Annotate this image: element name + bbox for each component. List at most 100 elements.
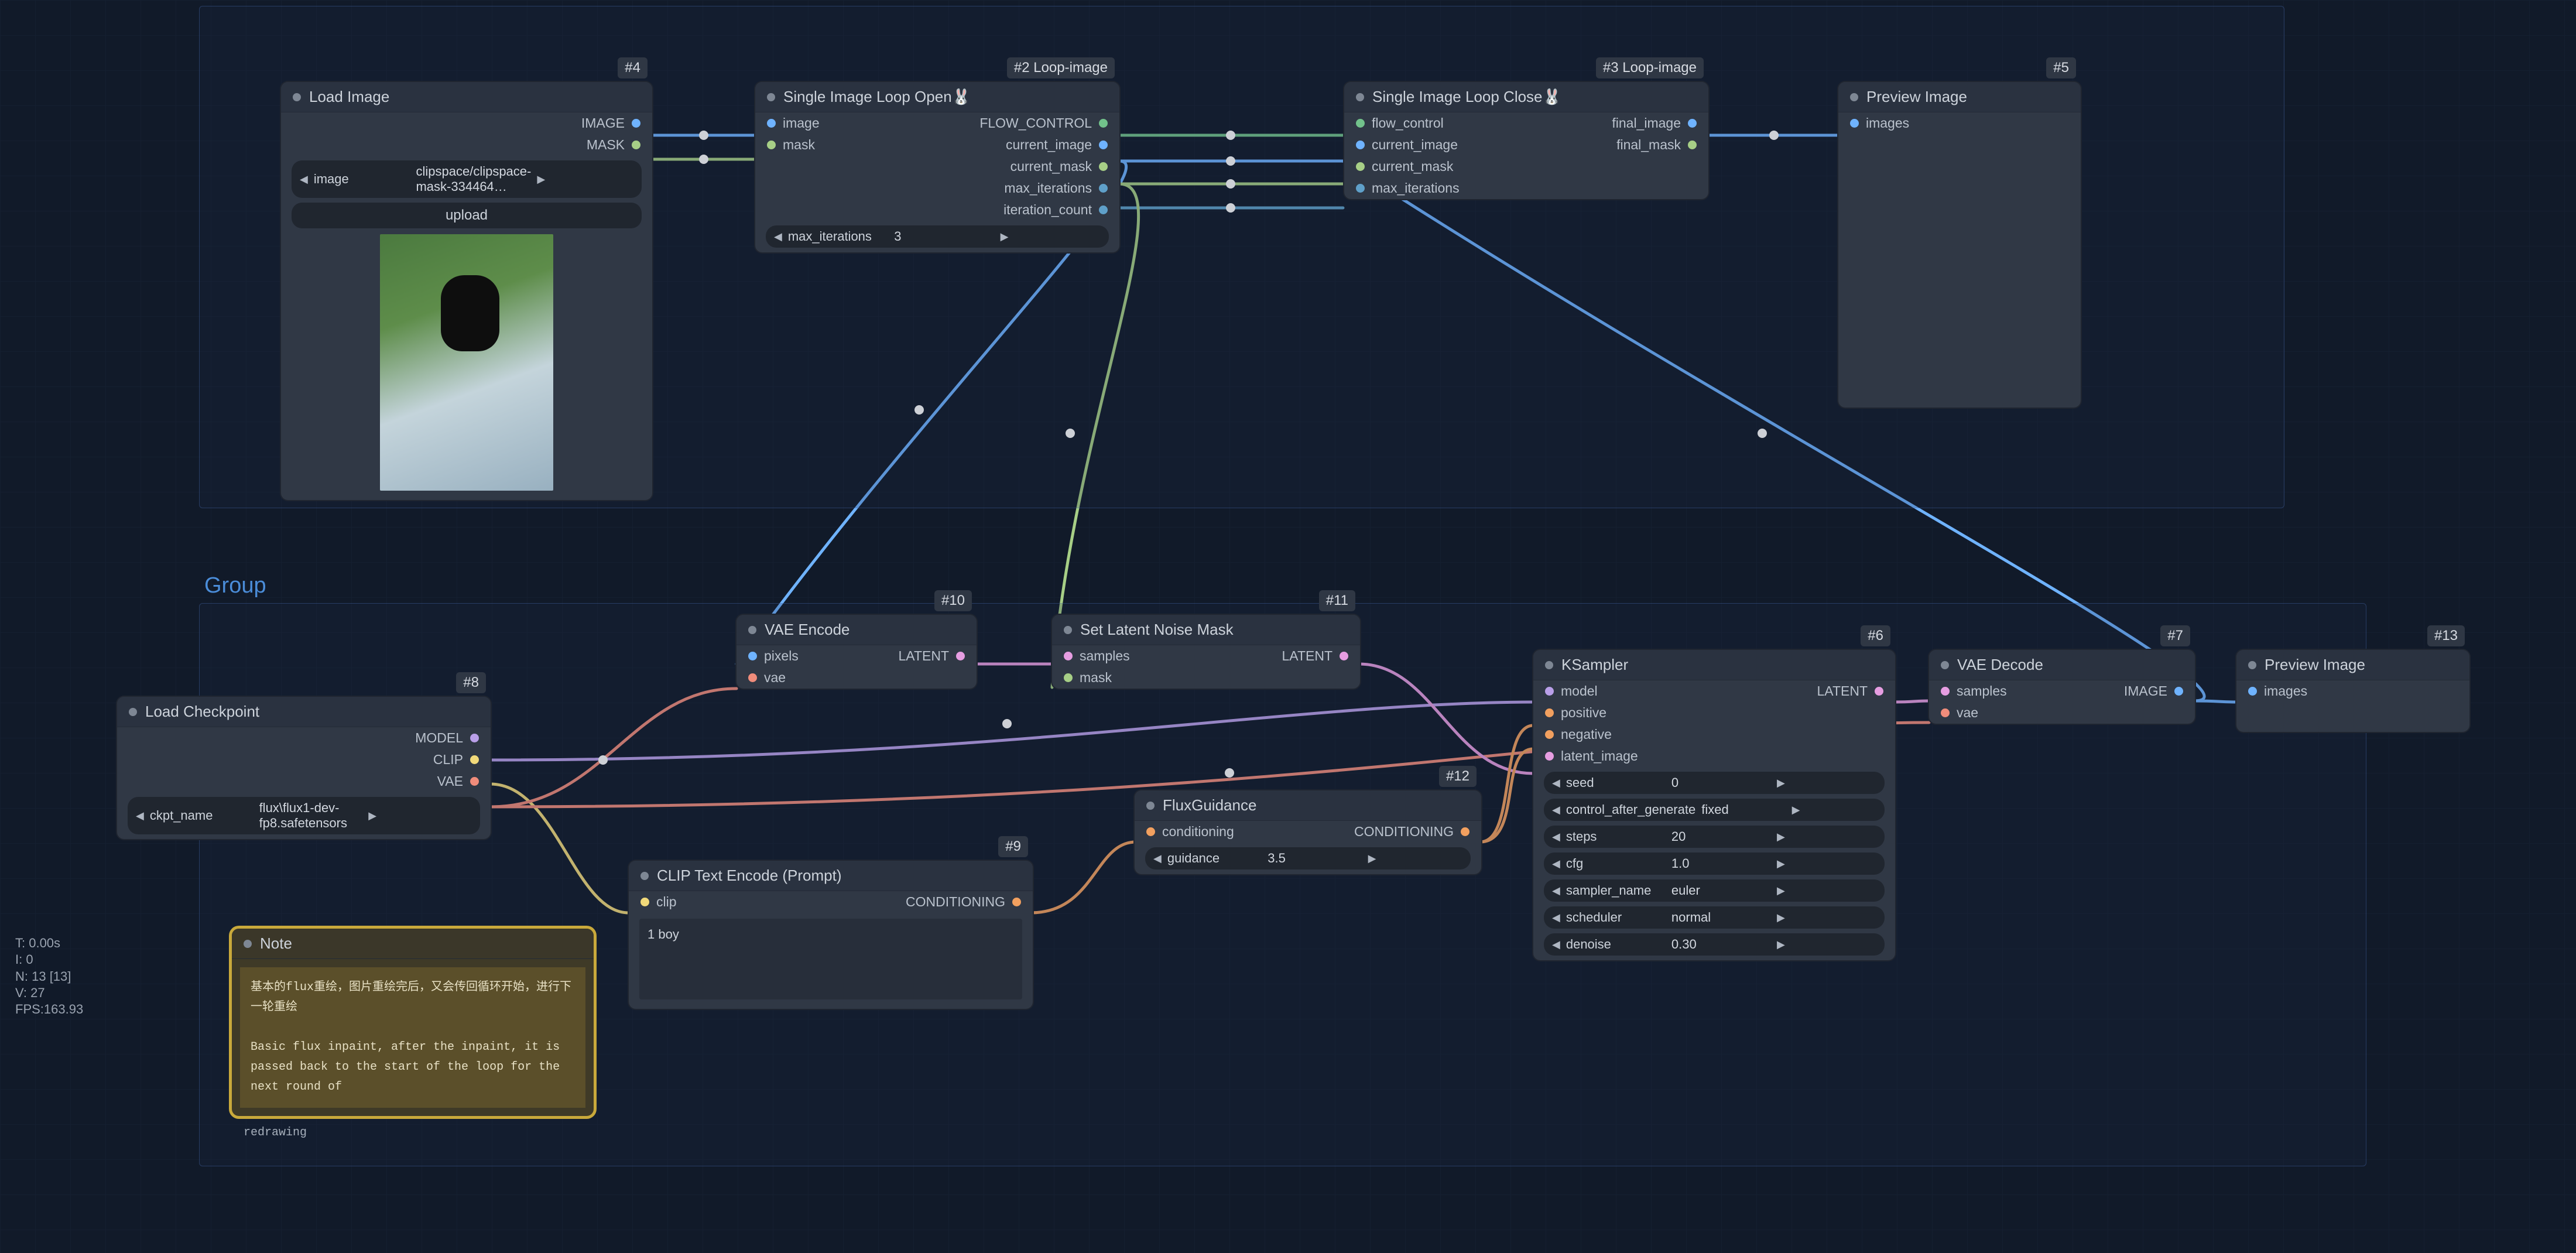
input-positive-port[interactable]	[1545, 708, 1554, 717]
output-model-port[interactable]	[470, 734, 479, 742]
chevron-left-icon[interactable]: ◀	[774, 231, 782, 243]
node-badge: #9	[998, 836, 1028, 857]
widget-guidance[interactable]: ◀guidance3.5▶	[1145, 847, 1471, 869]
output-image-port[interactable]	[632, 119, 640, 128]
node-title: Set Latent Noise Mask	[1080, 621, 1234, 639]
input-model-port[interactable]	[1545, 687, 1554, 696]
output-final-image-port[interactable]	[1688, 119, 1697, 128]
prompt-textarea[interactable]: 1 boy	[639, 919, 1022, 999]
chevron-right-icon[interactable]: ▶	[1368, 853, 1462, 865]
node-title: Preview Image	[1866, 88, 1967, 106]
widget-control-after-generate[interactable]: ◀control_after_generatefixed▶	[1544, 799, 1885, 821]
chevron-right-icon[interactable]: ▶	[368, 810, 472, 822]
widget-denoise[interactable]: ◀denoise0.30▶	[1544, 933, 1885, 956]
node-vae-encode[interactable]: #10 VAE Encode pixelsLATENT vae	[737, 615, 977, 689]
output-latent-port[interactable]	[956, 652, 965, 660]
upload-button[interactable]: upload	[292, 203, 642, 228]
input-flowcontrol-port[interactable]	[1356, 119, 1365, 128]
note-overflow-text: redrawing	[244, 1126, 307, 1139]
input-vae-port[interactable]	[748, 673, 757, 682]
input-negative-port[interactable]	[1545, 730, 1554, 739]
chevron-left-icon[interactable]: ◀	[136, 810, 144, 822]
node-set-latent-noise-mask[interactable]: #11 Set Latent Noise Mask samplesLATENT …	[1052, 615, 1360, 689]
node-vae-decode[interactable]: #7 VAE Decode samplesIMAGE vae	[1929, 650, 2195, 724]
node-preview-image-1[interactable]: #5 Preview Image images	[1838, 82, 2081, 408]
output-vae-port[interactable]	[470, 777, 479, 786]
node-title: KSampler	[1561, 656, 1628, 674]
widget-sampler-name[interactable]: ◀sampler_nameeuler▶	[1544, 879, 1885, 902]
output-final-mask-port[interactable]	[1688, 141, 1697, 149]
widget-steps[interactable]: ◀steps20▶	[1544, 826, 1885, 848]
input-samples-port[interactable]	[1064, 652, 1073, 660]
node-load-image[interactable]: #4 Load Image IMAGE MASK ◀imageclipspace…	[281, 82, 652, 500]
output-current-mask-port[interactable]	[1099, 162, 1108, 171]
output-max-iter-port[interactable]	[1099, 184, 1108, 193]
node-badge: #12	[1439, 766, 1477, 787]
group-title: Group	[204, 573, 266, 598]
note-text[interactable]: 基本的flux重绘，图片重绘完后，又会传回循环开始，进行下一轮重绘 Basic …	[240, 967, 585, 1108]
node-title: Load Image	[309, 88, 389, 106]
node-badge: #10	[934, 590, 972, 611]
node-badge: #5	[2046, 57, 2076, 78]
node-badge: #13	[2427, 625, 2465, 646]
input-conditioning-port[interactable]	[1146, 827, 1155, 836]
chevron-right-icon[interactable]: ▶	[537, 173, 633, 186]
input-clip-port[interactable]	[640, 898, 649, 906]
node-title: Single Image Loop Close🐰	[1372, 88, 1561, 106]
output-conditioning-port[interactable]	[1461, 827, 1469, 836]
node-title: Preview Image	[2265, 656, 2365, 674]
widget-cfg[interactable]: ◀cfg1.0▶	[1544, 853, 1885, 875]
node-load-checkpoint[interactable]: #8 Load Checkpoint MODEL CLIP VAE ◀ckpt_…	[117, 697, 491, 839]
node-ksampler[interactable]: #6 KSampler modelLATENT positive negativ…	[1533, 650, 1895, 960]
output-image-label: IMAGE	[581, 115, 625, 131]
input-image-port[interactable]	[767, 119, 776, 128]
node-preview-image-2[interactable]: #13 Preview Image images	[2236, 650, 2469, 732]
input-images-port[interactable]	[2248, 687, 2257, 696]
image-preview	[380, 234, 553, 491]
node-badge: #11	[1319, 590, 1355, 611]
widget-image-path[interactable]: ◀imageclipspace/clipspace-mask-334464…▶	[292, 160, 642, 198]
input-mask-port[interactable]	[1064, 673, 1073, 682]
node-flux-guidance[interactable]: #12 FluxGuidance conditioningCONDITIONIN…	[1135, 790, 1481, 874]
widget-max-iterations[interactable]: ◀max_iterations3▶	[766, 225, 1109, 248]
node-badge: #8	[456, 672, 486, 693]
node-loop-close[interactable]: #3 Loop-image Single Image Loop Close🐰 f…	[1344, 82, 1708, 199]
output-latent-port[interactable]	[1340, 652, 1348, 660]
input-mask-port[interactable]	[767, 141, 776, 149]
input-samples-port[interactable]	[1941, 687, 1950, 696]
output-conditioning-port[interactable]	[1012, 898, 1021, 906]
input-max-iter-port[interactable]	[1356, 184, 1365, 193]
chevron-left-icon[interactable]: ◀	[1153, 853, 1162, 865]
output-current-image-port[interactable]	[1099, 141, 1108, 149]
chevron-left-icon[interactable]: ◀	[300, 173, 308, 186]
output-mask-label: MASK	[587, 137, 625, 153]
input-current-mask-port[interactable]	[1356, 162, 1365, 171]
output-iter-count-port[interactable]	[1099, 206, 1108, 214]
input-vae-port[interactable]	[1941, 708, 1950, 717]
output-mask-port[interactable]	[632, 141, 640, 149]
output-clip-port[interactable]	[470, 755, 479, 764]
node-title: FluxGuidance	[1163, 796, 1256, 814]
node-loop-open[interactable]: #2 Loop-image Single Image Loop Open🐰 im…	[755, 82, 1119, 252]
node-clip-text-encode[interactable]: #9 CLIP Text Encode (Prompt) clipCONDITI…	[629, 861, 1033, 1009]
node-title: VAE Decode	[1957, 656, 2043, 674]
node-title: VAE Encode	[765, 621, 850, 639]
node-title: Note	[260, 934, 292, 953]
input-images-port[interactable]	[1850, 119, 1859, 128]
widget-ckpt-name[interactable]: ◀ckpt_nameflux\flux1-dev-fp8.safetensors…	[128, 797, 480, 834]
output-image-port[interactable]	[2174, 687, 2183, 696]
input-pixels-port[interactable]	[748, 652, 757, 660]
node-note[interactable]: Note 基本的flux重绘，图片重绘完后，又会传回循环开始，进行下一轮重绘 B…	[232, 929, 594, 1116]
output-flowcontrol-port[interactable]	[1099, 119, 1108, 128]
node-title: CLIP Text Encode (Prompt)	[657, 867, 842, 885]
node-badge: #7	[2160, 625, 2190, 646]
widget-seed[interactable]: ◀seed0▶	[1544, 772, 1885, 794]
chevron-right-icon[interactable]: ▶	[1001, 231, 1101, 243]
node-title: Load Checkpoint	[145, 703, 259, 721]
group-title: Group	[204, 0, 266, 1]
input-current-image-port[interactable]	[1356, 141, 1365, 149]
widget-scheduler[interactable]: ◀schedulernormal▶	[1544, 906, 1885, 929]
output-latent-port[interactable]	[1875, 687, 1883, 696]
node-badge: #3 Loop-image	[1596, 57, 1704, 78]
input-latent-port[interactable]	[1545, 752, 1554, 761]
